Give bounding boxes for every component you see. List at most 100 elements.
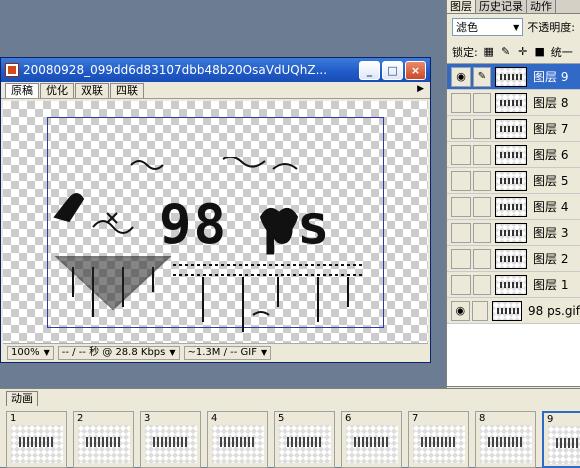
animation-frame[interactable]: 8 [475,411,536,468]
tab-original[interactable]: 原稿 [5,83,39,98]
chevron-down-icon: ▼ [261,347,268,357]
eye-icon[interactable]: ◉ [451,66,471,87]
layer-row[interactable]: 图层 6 [447,142,580,168]
restore-button[interactable]: □ [382,60,403,80]
layer-name: 图层 7 [533,122,569,136]
close-button[interactable]: × [405,60,426,80]
tab-actions[interactable]: 动作 [527,0,556,13]
layer-thumbnail [495,92,527,113]
minimize-button[interactable]: _ [359,60,380,80]
link-toggle[interactable] [471,300,489,321]
zoom-field[interactable]: 100% ▼ [7,345,54,360]
animation-frame[interactable]: 3 [140,411,201,468]
frame-strip: 1 2 3 4 5 6 7 8 9 [6,411,580,468]
link-toggle[interactable] [473,274,491,295]
chevron-down-icon: ▼ [43,347,50,357]
chevron-down-icon: ▼ [169,347,176,357]
visibility-toggle[interactable] [451,222,471,243]
tab-2-up[interactable]: 双联 [75,83,109,98]
file-size-field[interactable]: ~1.3M / -- GIF ▼ [183,345,272,360]
tab-4-up[interactable]: 四联 [110,83,144,98]
brush-icon[interactable]: ✎ [473,66,491,87]
layer-thumbnail [495,222,527,243]
frame-thumbnail [78,425,130,463]
document-titlebar[interactable]: 20080928_099dd6d83107dbb48b20OsaVdUQhZ..… [1,58,430,82]
tab-history[interactable]: 历史记录 [476,0,527,13]
animation-frame[interactable]: 2 [73,411,134,468]
animation-frame[interactable]: 5 [274,411,335,468]
layer-row[interactable]: 图层 4 [447,194,580,220]
layer-list: ◉ ✎ 图层 9 图层 8 图层 7 图层 6 图层 5 图层 4 图层 3 图… [447,64,580,386]
layer-row[interactable]: 图层 3 [447,220,580,246]
unify-label: 统一 [550,45,573,59]
layer-row[interactable]: 图层 2 [447,246,580,272]
frame-thumbnail [11,425,63,463]
panel-tabs: 图层 历史记录 动作 [447,0,580,14]
animation-frame[interactable]: 6 [341,411,402,468]
visibility-toggle[interactable] [451,196,471,217]
layer-name: 图层 4 [533,200,569,214]
artwork-image: 98 ps [53,157,363,332]
frame-number: 1 [10,413,17,424]
link-toggle[interactable] [473,144,491,165]
animation-frame[interactable]: 4 [207,411,268,468]
visibility-toggle[interactable] [451,144,471,165]
animation-frame[interactable]: 1 [6,411,67,468]
visibility-toggle[interactable] [451,118,471,139]
lock-all-icon[interactable]: ■ [534,45,546,58]
frame-thumbnail [279,425,331,463]
photoshop-document-icon [5,63,19,77]
link-toggle[interactable] [473,170,491,191]
link-toggle[interactable] [473,118,491,139]
document-title: 20080928_099dd6d83107dbb48b20OsaVdUQhZ..… [23,63,328,77]
eye-icon[interactable]: ◉ [451,300,470,321]
frame-number: 3 [144,413,151,424]
frame-number: 2 [77,413,84,424]
link-toggle[interactable] [473,92,491,113]
frame-number: 6 [345,413,352,424]
layer-row[interactable]: 图层 1 [447,272,580,298]
animation-frame-selected[interactable]: 9 [542,411,580,468]
link-toggle[interactable] [473,222,491,243]
layer-row[interactable]: ◉ ✎ 图层 9 [447,64,580,90]
layer-row[interactable]: 图层 8 [447,90,580,116]
zoom-value: 100% [11,346,40,358]
frame-thumbnail [480,425,532,463]
download-speed-field[interactable]: -- / -- 秒 @ 28.8 Kbps ▼ [57,345,180,360]
visibility-toggle[interactable] [451,274,471,295]
frame-number: 8 [479,413,486,424]
tabs-menu-arrow-icon[interactable]: ▶ [417,84,424,94]
layer-name: 图层 6 [533,148,569,162]
layer-row[interactable]: ◉ 98 ps.gif [447,298,580,324]
layer-thumbnail [495,66,527,87]
frame-thumbnail [548,426,580,464]
tab-layers[interactable]: 图层 [447,0,476,13]
visibility-toggle[interactable] [451,92,471,113]
view-tabs: 原稿 优化 双联 四联 ▶ [1,82,430,99]
layer-name: 图层 3 [533,226,569,240]
visibility-toggle[interactable] [451,170,471,191]
visibility-toggle[interactable] [451,248,471,269]
document-status-bar: 100% ▼ -- / -- 秒 @ 28.8 Kbps ▼ ~1.3M / -- … [3,343,428,361]
lock-transparency-icon[interactable]: ▦ [483,45,495,58]
layer-name: 图层 2 [533,252,569,266]
link-toggle[interactable] [473,196,491,217]
layer-row[interactable]: 图层 7 [447,116,580,142]
tab-animation[interactable]: 动画 [6,391,38,406]
link-toggle[interactable] [473,248,491,269]
tab-optimized[interactable]: 优化 [40,83,74,98]
animation-frame[interactable]: 7 [408,411,469,468]
layer-name: 图层 1 [533,278,569,292]
document-canvas[interactable]: 98 ps [3,101,428,343]
blend-mode-select[interactable]: 滤色 ▼ [452,18,524,36]
lock-label: 锁定: [452,45,478,59]
chevron-down-icon: ▼ [513,22,520,32]
layer-name: 图层 5 [533,174,569,188]
animation-panel: 动画 1 2 3 4 5 6 7 8 9 [0,388,580,468]
layer-thumbnail [495,248,527,269]
layer-thumbnail [495,144,527,165]
lock-row: 锁定: ▦ ✎ ✛ ■ 统一 [447,40,580,64]
layer-row[interactable]: 图层 5 [447,168,580,194]
lock-paint-icon[interactable]: ✎ [500,45,512,58]
lock-move-icon[interactable]: ✛ [517,45,529,58]
